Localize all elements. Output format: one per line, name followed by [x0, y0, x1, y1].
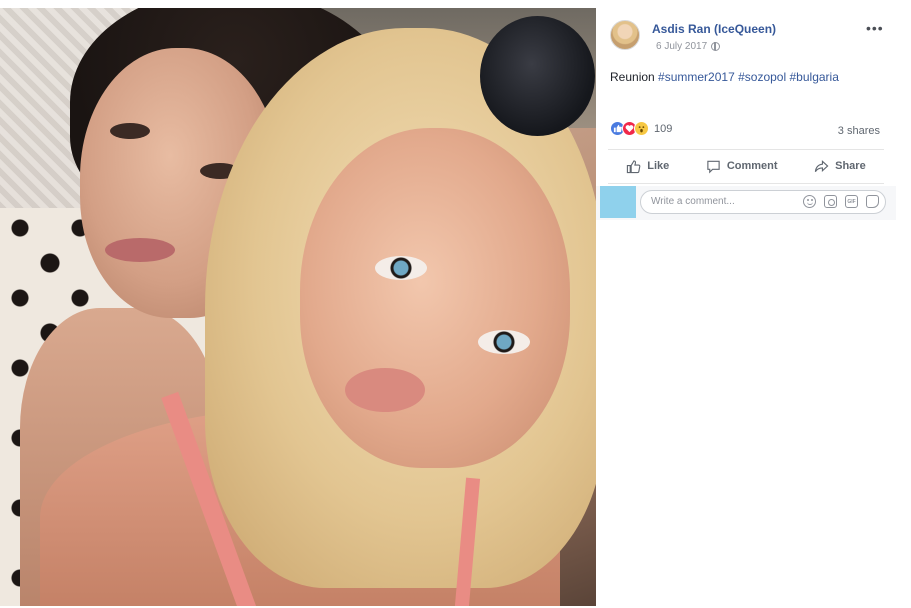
sticker-icon[interactable]	[866, 195, 879, 208]
more-options-button[interactable]: •••	[866, 20, 884, 36]
comment-tools: GIF	[803, 195, 879, 208]
share-button[interactable]: Share	[814, 159, 866, 174]
post-date[interactable]: 6 July 2017	[656, 41, 707, 52]
post-meta: 6 July 2017	[656, 41, 721, 52]
photo-eye	[110, 123, 150, 139]
like-button[interactable]: Like	[626, 159, 669, 174]
emoji-icon[interactable]	[803, 195, 816, 208]
photo-eye	[478, 330, 530, 354]
divider	[608, 183, 884, 184]
photo-person-right-face	[300, 128, 570, 468]
globe-icon	[711, 42, 721, 51]
share-icon	[814, 159, 829, 172]
reaction-count: 109	[654, 122, 673, 135]
comment-box[interactable]: GIF	[640, 190, 886, 214]
commenter-avatar	[600, 186, 636, 218]
reactions-summary[interactable]: 109	[610, 121, 672, 136]
photo-lips	[105, 238, 175, 262]
divider	[608, 149, 884, 150]
wow-reaction-icon	[634, 121, 649, 136]
post-actions: Like Comment Share	[608, 151, 884, 181]
comment-icon	[707, 160, 720, 173]
comment-button[interactable]: Comment	[706, 159, 778, 174]
comment-input[interactable]	[651, 196, 791, 207]
photo-sunglasses	[480, 16, 595, 136]
like-label: Like	[647, 160, 670, 172]
hashtag-link[interactable]: #summer2017	[658, 70, 735, 84]
hashtag-link[interactable]: #sozopol	[738, 70, 786, 84]
photo-lips	[345, 368, 425, 412]
post-caption: Reunion #summer2017 #sozopol #bulgaria	[610, 70, 839, 84]
post-panel: Asdis Ran (IceQueen) 6 July 2017 ••• Reu…	[596, 8, 896, 608]
photo-eye	[375, 256, 427, 280]
share-count[interactable]: 3 shares	[838, 125, 880, 137]
share-label: Share	[835, 160, 866, 172]
camera-icon[interactable]	[824, 195, 837, 208]
hashtag-link[interactable]: #bulgaria	[790, 70, 839, 84]
comment-label: Comment	[726, 160, 778, 172]
thumbs-up-icon	[627, 159, 641, 173]
post-photo[interactable]	[0, 8, 596, 606]
author-name[interactable]: Asdis Ran (IceQueen)	[652, 22, 776, 36]
gif-icon[interactable]: GIF	[845, 195, 858, 208]
comment-composer: GIF	[596, 186, 896, 220]
author-avatar[interactable]	[610, 20, 640, 50]
caption-text: Reunion	[610, 70, 655, 84]
